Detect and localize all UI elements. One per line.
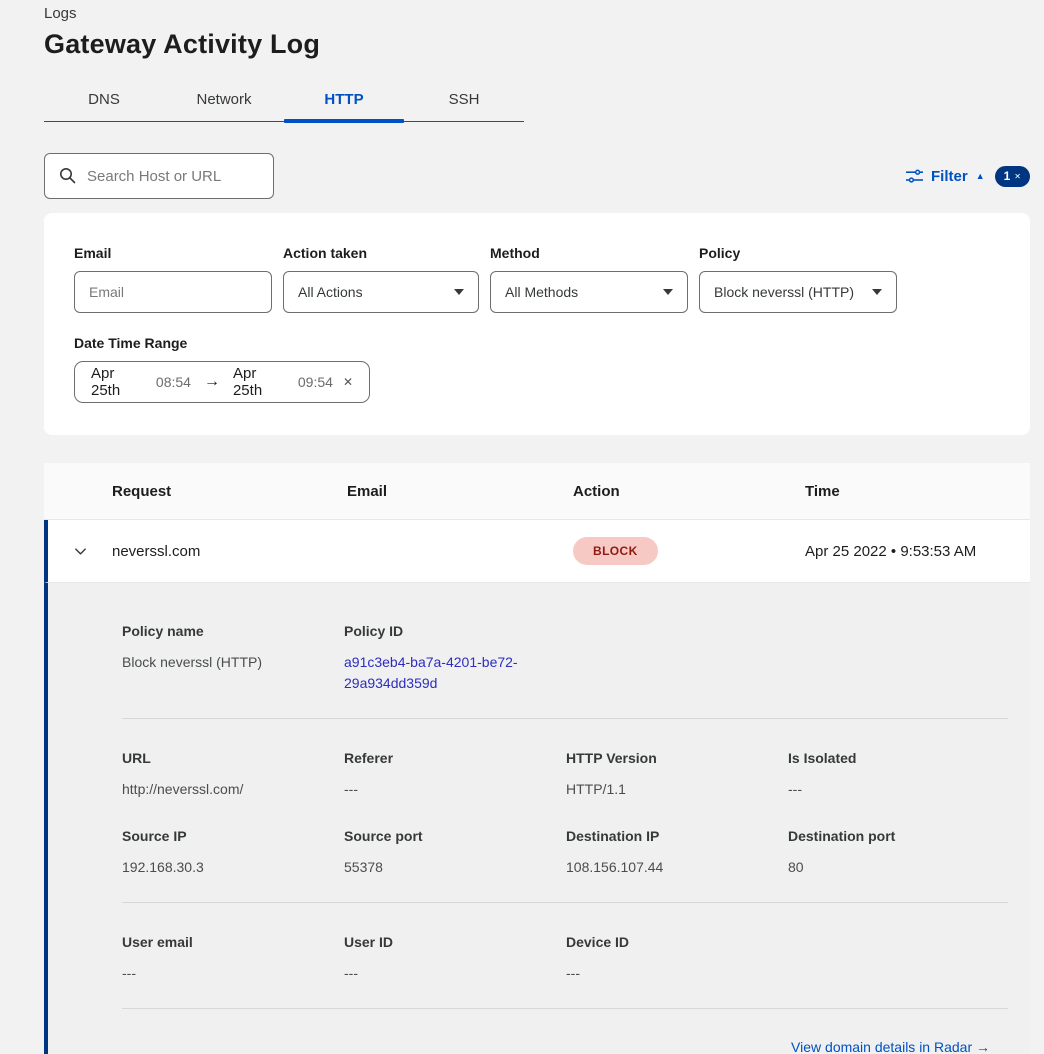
gateway-activity-log-page: Logs Gateway Activity Log DNS Network HT… <box>0 0 1030 1054</box>
filter-fields-row: Email Action taken All Actions Method Al… <box>74 245 1000 313</box>
tab-dns[interactable]: DNS <box>44 82 164 121</box>
dropdown-caret-icon <box>872 289 882 295</box>
row-detail-panel: Policy name Block neverssl (HTTP) Policy… <box>44 583 1030 1054</box>
filter-toggle-button[interactable]: Filter ▲ <box>906 168 985 185</box>
filter-panel: Email Action taken All Actions Method Al… <box>44 213 1030 435</box>
table-header-row: Request Email Action Time <box>44 463 1030 520</box>
chevron-down-icon <box>73 544 88 559</box>
filter-controls: Filter ▲ 1 ✕ <box>906 166 1030 187</box>
tab-bar: DNS Network HTTP SSH <box>44 82 524 122</box>
page-title: Gateway Activity Log <box>44 29 1030 60</box>
filter-icon <box>906 169 923 184</box>
policy-field: Policy Block neverssl (HTTP) <box>699 245 897 313</box>
method-select[interactable]: All Methods <box>490 271 688 313</box>
user-email-field: User email --- <box>122 934 344 984</box>
column-header-request: Request <box>112 483 347 500</box>
is-isolated-field: Is Isolated --- <box>788 750 1010 800</box>
dropdown-caret-icon <box>663 289 673 295</box>
tab-network[interactable]: Network <box>164 82 284 121</box>
range-end-time: 09:54 <box>298 374 333 390</box>
email-filter-input[interactable] <box>74 271 272 313</box>
policy-name-value: Block neverssl (HTTP) <box>122 652 344 673</box>
user-details-section: User email --- User ID --- Device ID --- <box>122 903 1008 1008</box>
action-taken-value: All Actions <box>298 284 363 300</box>
method-field: Method All Methods <box>490 245 688 313</box>
http-version-field: HTTP Version HTTP/1.1 <box>566 750 788 800</box>
toolbar: Filter ▲ 1 ✕ <box>44 153 1030 199</box>
date-time-range-field: Date Time Range Apr 25th 08:54 → Apr 25t… <box>74 335 1000 403</box>
breadcrumb: Logs <box>44 0 1030 22</box>
range-start-time: 08:54 <box>156 374 191 390</box>
source-ip-field: Source IP 192.168.30.3 <box>122 828 344 878</box>
action-taken-label: Action taken <box>283 245 479 261</box>
table-row[interactable]: neverssl.com BLOCK Apr 25 2022 • 9:53:53… <box>44 520 1030 583</box>
device-id-field: Device ID --- <box>566 934 788 984</box>
date-range-picker[interactable]: Apr 25th 08:54 → Apr 25th 09:54 ✕ <box>74 361 370 403</box>
range-start-date: Apr 25th <box>91 365 146 399</box>
column-header-time: Time <box>805 483 1030 500</box>
column-header-email: Email <box>347 483 573 500</box>
email-filter-field: Email <box>74 245 272 313</box>
referer-field: Referer --- <box>344 750 566 800</box>
clear-filters-icon: ✕ <box>1014 172 1021 181</box>
url-field: URL http://neverssl.com/ <box>122 750 344 800</box>
search-box <box>44 153 274 199</box>
request-cell: neverssl.com <box>112 543 347 560</box>
collapse-caret-icon: ▲ <box>976 171 985 181</box>
date-time-range-label: Date Time Range <box>74 335 1000 351</box>
dropdown-caret-icon <box>454 289 464 295</box>
filter-count-badge[interactable]: 1 ✕ <box>995 166 1030 187</box>
radar-link-row: View domain details in Radar → <box>122 1009 1008 1054</box>
row-expander[interactable] <box>48 544 112 559</box>
range-end-date: Apr 25th <box>233 365 288 399</box>
policy-section: Policy name Block neverssl (HTTP) Policy… <box>122 583 1008 718</box>
radar-link[interactable]: View domain details in Radar → <box>791 1039 990 1054</box>
action-block-badge: BLOCK <box>573 537 658 565</box>
policy-name-field: Policy name Block neverssl (HTTP) <box>122 623 344 694</box>
clear-date-range-icon[interactable]: ✕ <box>343 375 353 389</box>
method-value: All Methods <box>505 284 578 300</box>
tab-http[interactable]: HTTP <box>284 82 404 121</box>
destination-ip-field: Destination IP 108.156.107.44 <box>566 828 788 878</box>
arrow-right-icon: → <box>204 373 220 391</box>
column-header-action: Action <box>573 483 805 500</box>
search-icon <box>59 167 76 184</box>
policy-name-label: Policy name <box>122 623 344 639</box>
tab-ssh[interactable]: SSH <box>404 82 524 121</box>
filter-count: 1 <box>1004 169 1011 183</box>
method-label: Method <box>490 245 688 261</box>
policy-id-label: Policy ID <box>344 623 566 639</box>
search-input[interactable] <box>44 153 274 199</box>
policy-select[interactable]: Block neverssl (HTTP) <box>699 271 897 313</box>
http-details-section: URL http://neverssl.com/ Referer --- HTT… <box>122 719 1008 902</box>
filter-button-label: Filter <box>931 168 968 185</box>
policy-value: Block neverssl (HTTP) <box>714 284 854 300</box>
action-taken-field: Action taken All Actions <box>283 245 479 313</box>
action-cell: BLOCK <box>573 537 805 565</box>
destination-port-field: Destination port 80 <box>788 828 1010 878</box>
email-filter-label: Email <box>74 245 272 261</box>
action-taken-select[interactable]: All Actions <box>283 271 479 313</box>
time-cell: Apr 25 2022 • 9:53:53 AM <box>805 543 1030 560</box>
policy-id-field: Policy ID a91c3eb4-ba7a-4201-be72-29a934… <box>344 623 566 694</box>
policy-id-link[interactable]: a91c3eb4-ba7a-4201-be72-29a934dd359d <box>344 652 544 694</box>
activity-log-table: Request Email Action Time neverssl.com B… <box>44 463 1030 1054</box>
policy-label: Policy <box>699 245 897 261</box>
source-port-field: Source port 55378 <box>344 828 566 878</box>
user-id-field: User ID --- <box>344 934 566 984</box>
